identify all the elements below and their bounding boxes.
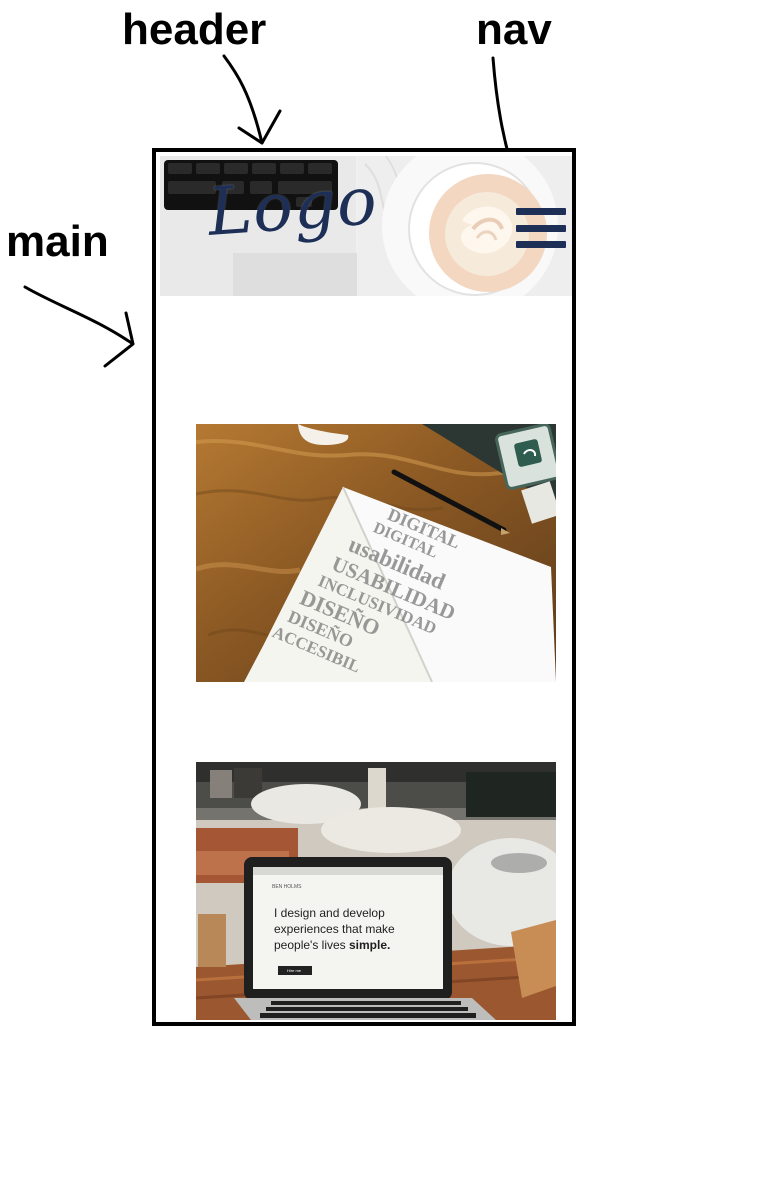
laptop-headline-line: people's lives simple. <box>274 938 390 952</box>
main-annotation-label: main <box>6 217 109 266</box>
laptop-cafe-photo: BEN HOLMS I design and develop experienc… <box>196 762 556 1020</box>
notebook-on-wood-table-image: DIGITAL DIGITAL usabilidad USABILIDAD IN… <box>196 424 556 682</box>
navigation-menu-button[interactable] <box>516 208 566 248</box>
mobile-page-frame: Logo DIGITAL DIGITAL usabilidad USABILID… <box>152 148 576 1026</box>
hamburger-menu-icon-bar <box>516 224 566 232</box>
laptop-headline-prefix: people's lives <box>274 938 349 952</box>
main-arrow <box>23 285 135 368</box>
logo[interactable]: Logo <box>205 162 380 251</box>
nav-annotation-label: nav <box>476 5 552 54</box>
laptop-hire-button-text: Hire me <box>287 968 302 973</box>
site-header: Logo <box>160 156 572 296</box>
header-annotation-label: header <box>122 5 267 54</box>
hamburger-menu-icon <box>516 208 566 215</box>
laptop-headline-line: experiences that make <box>274 922 395 936</box>
laptop-site-name: BEN HOLMS <box>272 884 302 890</box>
laptop-headline-emphasis: simple. <box>349 938 390 952</box>
annotated-mobile-wireframe: header nav main Logo DIGITAL DIGITAL usa… <box>0 0 782 1198</box>
laptop-headline-line: I design and develop <box>274 906 385 920</box>
main-content: DIGITAL DIGITAL usabilidad USABILIDAD IN… <box>160 296 572 1022</box>
hamburger-menu-icon-bar <box>516 241 566 248</box>
laptop-on-cafe-table-image: BEN HOLMS I design and develop experienc… <box>196 762 556 1020</box>
notebook-photo: DIGITAL DIGITAL usabilidad USABILIDAD IN… <box>196 424 556 682</box>
header-arrow <box>222 54 282 145</box>
